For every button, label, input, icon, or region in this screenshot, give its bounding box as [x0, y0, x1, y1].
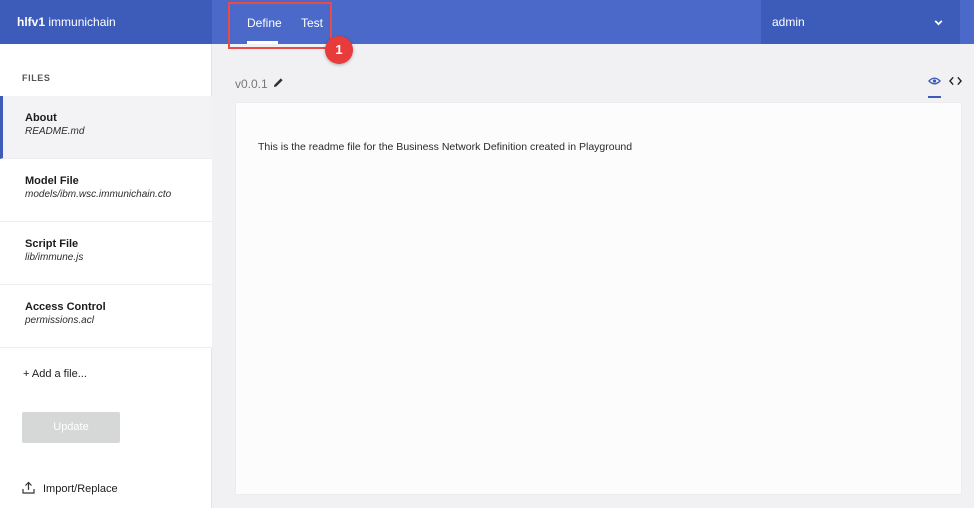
version-label: v0.0.1: [235, 77, 268, 91]
file-path: lib/immune.js: [25, 252, 84, 263]
pencil-icon[interactable]: [273, 77, 284, 88]
file-title: Access Control: [25, 301, 106, 313]
file-path: models/ibm.wsc.immunichain.cto: [25, 189, 172, 200]
preview-active-indicator: [928, 96, 941, 98]
user-menu[interactable]: admin: [761, 0, 960, 44]
code-icon[interactable]: [949, 76, 962, 86]
eye-icon[interactable]: [928, 76, 941, 86]
files-heading: FILES: [22, 73, 51, 83]
user-name: admin: [772, 15, 805, 29]
annotation-highlight-box: [228, 2, 332, 49]
sidebar-item-script-file[interactable]: Script File lib/immune.js: [0, 222, 212, 285]
brand-bold: hlfv1: [17, 15, 46, 29]
brand-name: immunichain: [48, 15, 116, 29]
upload-icon: [22, 481, 35, 494]
file-title: Model File: [25, 175, 79, 187]
sidebar-item-model-file[interactable]: Model File models/ibm.wsc.immunichain.ct…: [0, 159, 212, 222]
file-path: permissions.acl: [25, 315, 94, 326]
add-file-link[interactable]: + Add a file...: [23, 368, 87, 380]
file-title: Script File: [25, 238, 79, 250]
readme-text: This is the readme file for the Business…: [258, 141, 633, 153]
update-button[interactable]: Update: [22, 412, 120, 443]
app-brand: hlfv1 immunichain: [0, 0, 212, 44]
import-label: Import/Replace: [43, 483, 118, 495]
header-edge: [960, 0, 974, 44]
readme-preview-panel: This is the readme file for the Business…: [235, 102, 962, 495]
sidebar-item-about[interactable]: About README.md: [0, 96, 212, 159]
annotation-badge: 1: [325, 36, 353, 64]
file-title: About: [25, 112, 57, 124]
file-path: README.md: [25, 126, 85, 137]
chevron-down-icon: [934, 20, 943, 26]
sidebar: FILES About README.md Model File models/…: [0, 44, 212, 508]
sidebar-item-access-control[interactable]: Access Control permissions.acl: [0, 285, 212, 348]
